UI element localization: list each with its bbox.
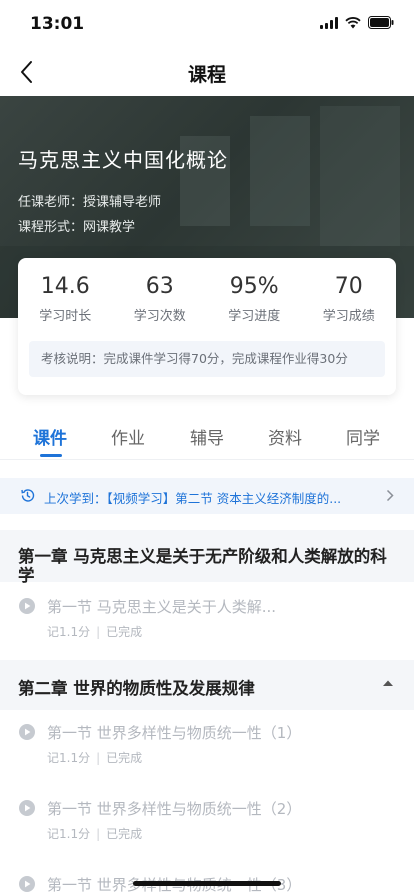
page-title: 课程: [187, 64, 226, 86]
home-indicator: [133, 881, 281, 886]
tab-homework[interactable]: 作业: [111, 424, 145, 449]
lesson-meta: 记1.1分 | 已完成: [47, 825, 142, 842]
stat-study-progress: 95% 学习进度: [207, 274, 302, 324]
lesson-title: 第一节 马克思主义是关于人类解...: [47, 598, 277, 616]
course-teacher: 任课老师：授课辅导老师: [18, 195, 162, 210]
status-time: 13:01: [30, 14, 85, 34]
play-circle-icon: [19, 800, 35, 816]
lesson-duration: 记1.1分: [47, 827, 91, 841]
chapter-title: 第一章 马克思主义是关于无产阶级和人类解放的科学: [18, 547, 387, 585]
chevron-right-icon: [386, 489, 394, 502]
lesson-duration: 记1.1分: [47, 625, 91, 639]
tab-tutoring[interactable]: 辅导: [190, 424, 224, 449]
course-format: 课程形式：网课教学: [18, 220, 136, 235]
active-tab-indicator: [40, 454, 62, 457]
play-circle-icon: [19, 598, 35, 614]
tab-classmates[interactable]: 同学: [346, 424, 380, 449]
lesson-title: 第一节 世界多样性与物质统一性（1）: [47, 724, 302, 742]
exam-note: 考核说明：完成课件学习得70分，完成课程作业得30分: [29, 341, 385, 377]
status-bar: 13:01: [0, 0, 414, 48]
play-circle-icon: [19, 876, 35, 892]
stat-label: 学习成绩: [322, 309, 375, 324]
chapter-header-2[interactable]: 第二章 世界的物质性及发展规律: [0, 660, 414, 710]
stat-value: 70: [334, 274, 363, 299]
lesson-item[interactable]: 第一节 世界多样性与物质统一性（1） 记1.1分 | 已完成: [0, 716, 414, 782]
lesson-title: 第一节 世界多样性与物质统一性（2）: [47, 800, 302, 818]
stat-label: 学习次数: [133, 309, 186, 324]
lesson-item[interactable]: 第一节 马克思主义是关于人类解... 记1.1分 | 已完成: [0, 590, 414, 656]
course-tabs: 课件 作业 辅导 资料 同学: [0, 410, 414, 460]
lesson-meta: 记1.1分 | 已完成: [47, 623, 142, 640]
stats-row: 14.6 学习时长 63 学习次数 95% 学习进度 70 学习成绩: [18, 274, 396, 324]
stat-study-count: 63 学习次数: [113, 274, 208, 324]
chapter-header-1[interactable]: 第一章 马克思主义是关于无产阶级和人类解放的科学: [0, 530, 414, 585]
tab-courseware[interactable]: 课件: [33, 424, 67, 449]
wifi-icon: [345, 16, 361, 29]
last-study-text: 上次学到：【视频学习】第二节 资本主义经济制度的...: [44, 491, 342, 506]
play-circle-icon: [19, 724, 35, 740]
status-icons: [320, 16, 394, 29]
clock-history-icon: [21, 489, 35, 502]
triangle-up-icon[interactable]: [382, 679, 394, 687]
course-title: 马克思主义中国化概论: [18, 148, 228, 172]
lesson-status: 已完成: [106, 625, 143, 639]
meta-separator: |: [96, 625, 101, 639]
stat-label: 学习时长: [39, 309, 92, 324]
lesson-status: 已完成: [106, 827, 143, 841]
tab-materials[interactable]: 资料: [268, 424, 302, 449]
stats-card: 14.6 学习时长 63 学习次数 95% 学习进度 70 学习成绩 考核说明：…: [18, 258, 396, 395]
chapter-title: 第二章 世界的物质性及发展规律: [18, 679, 255, 698]
lesson-meta: 记1.1分 | 已完成: [47, 749, 142, 766]
lesson-duration: 记1.1分: [47, 751, 91, 765]
meta-separator: |: [96, 827, 101, 841]
stat-study-time: 14.6 学习时长: [18, 274, 113, 324]
stat-value: 95%: [229, 274, 279, 299]
stat-label: 学习进度: [228, 309, 281, 324]
battery-icon: [368, 16, 394, 29]
signal-icon: [320, 16, 338, 29]
lesson-status: 已完成: [106, 751, 143, 765]
stat-study-score: 70 学习成绩: [302, 274, 397, 324]
last-study-banner[interactable]: 上次学到：【视频学习】第二节 资本主义经济制度的...: [0, 478, 414, 514]
stat-value: 63: [145, 274, 174, 299]
nav-bar: 课程: [0, 48, 414, 96]
stat-value: 14.6: [40, 274, 90, 299]
lesson-item[interactable]: 第一节 世界多样性与物质统一性（2） 记1.1分 | 已完成: [0, 792, 414, 858]
meta-separator: |: [96, 751, 101, 765]
